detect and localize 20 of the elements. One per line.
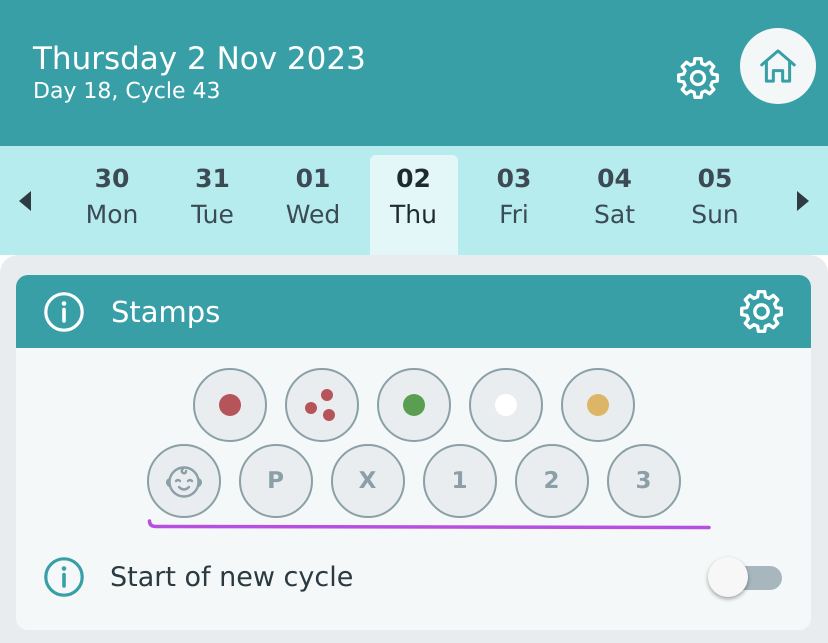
next-button[interactable] [797,190,809,210]
day-tab[interactable]: 04 Sat [570,155,658,255]
settings-icon[interactable] [740,290,783,333]
info-icon[interactable] [44,557,84,597]
toggle-switch[interactable] [708,556,782,598]
header-subtitle: Day 18, Cycle 43 [33,78,221,106]
day-tab[interactable]: 05 Sun [671,155,759,255]
home-icon [760,49,796,83]
day-tab[interactable]: 31 Tue [168,155,256,255]
previous-button[interactable] [19,190,31,210]
right-triangle-icon [797,190,809,210]
card-title: Stamps [111,294,220,328]
new-cycle-label: Start of new cycle [110,562,354,592]
settings-icon[interactable] [677,57,719,99]
day-tab[interactable]: 30 Mon [68,155,156,255]
day-tab[interactable]: 02 Thu [370,155,458,255]
day-tab[interactable]: 03 Fri [470,155,558,255]
left-triangle-icon [19,190,31,210]
header-title: Thursday 2 Nov 2023 [33,40,366,78]
day-tab[interactable]: 01 Wed [269,155,357,255]
